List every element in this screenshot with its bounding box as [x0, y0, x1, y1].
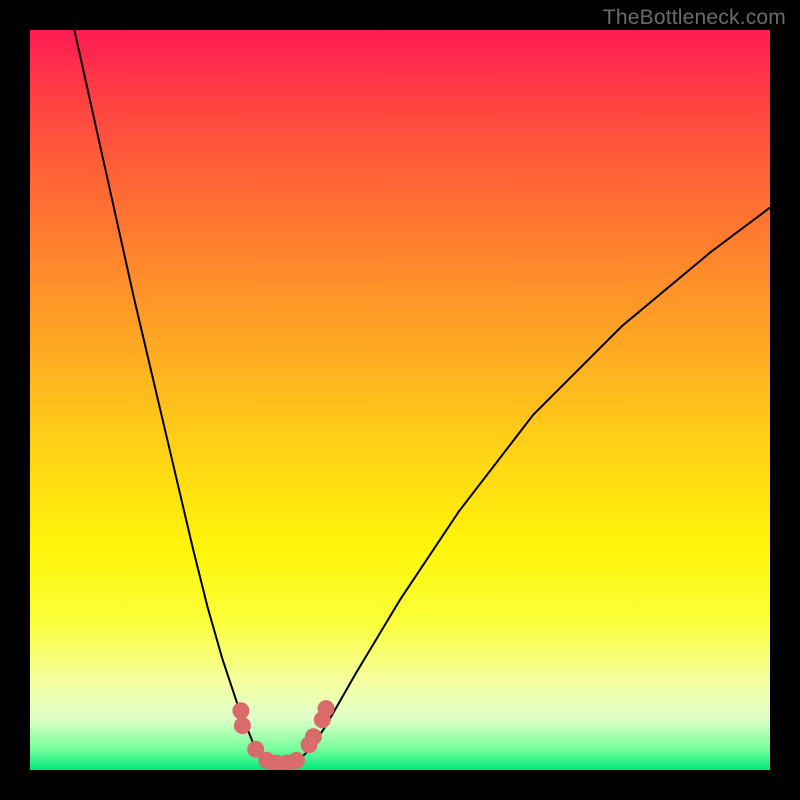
data-point-right-pair-bottom: [314, 712, 330, 728]
left-curve: [74, 30, 281, 767]
chart-plot-area: [30, 30, 770, 770]
data-point-trough-4: [288, 752, 304, 768]
data-point-left-pair-bottom: [234, 718, 250, 734]
data-point-right-inner-b: [305, 729, 321, 745]
right-curve: [282, 208, 770, 767]
data-point-left-pair-top: [233, 703, 249, 719]
data-points-group: [233, 701, 334, 770]
chart-svg: [30, 30, 770, 770]
watermark-text: TheBottleneck.com: [603, 6, 786, 30]
